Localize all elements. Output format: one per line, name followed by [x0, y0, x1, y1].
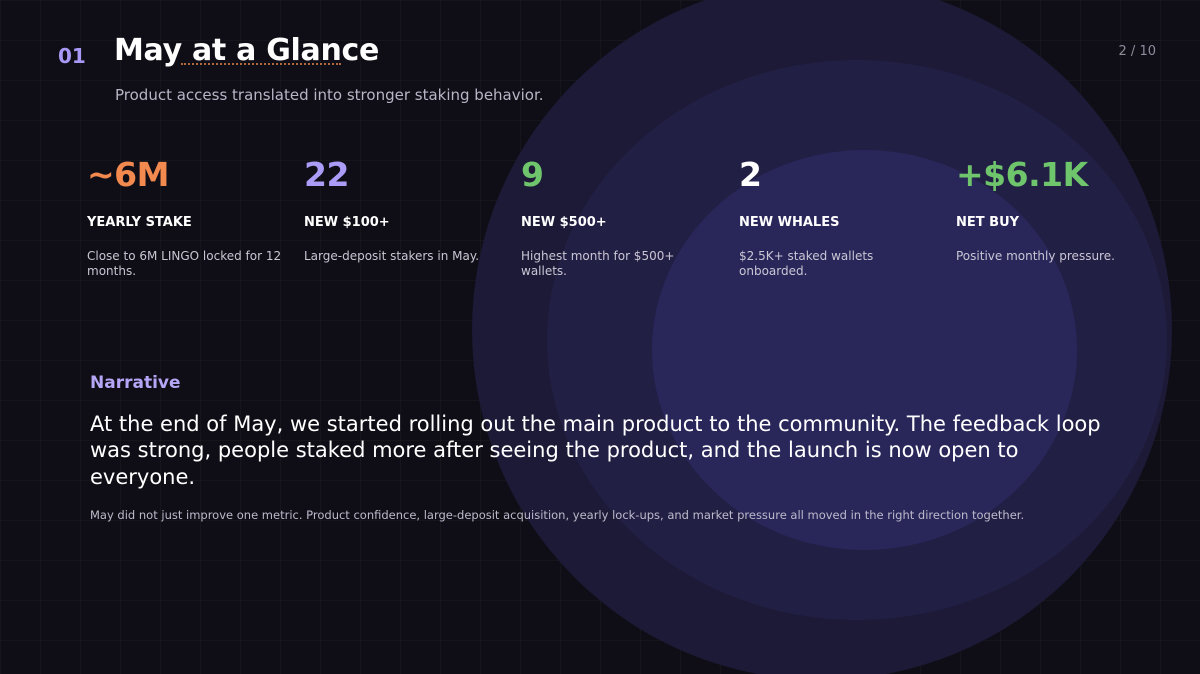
metric-label: NEW $500+: [521, 215, 607, 230]
metric-new-100: 22 NEW $100+ Large-deposit stakers in Ma…: [304, 158, 504, 264]
slide: 01 May at a Glance 2 / 10 Product access…: [0, 0, 1200, 674]
narrative-body: At the end of May, we started rolling ou…: [90, 412, 1101, 489]
metric-description: Close to 6M LINGO locked for 12 months.: [87, 249, 282, 278]
section-number: 01: [58, 44, 86, 68]
metric-value: ~6M: [87, 155, 169, 194]
metric-description: Large-deposit stakers in May.: [304, 249, 480, 263]
metric-description: Highest month for $500+ wallets.: [521, 249, 675, 278]
metric-label: NEW $100+: [304, 215, 390, 230]
spellcheck-underline: [181, 63, 341, 65]
metric-net-buy: +$6.1K NET BUY Positive monthly pressure…: [956, 158, 1156, 264]
metric-value: 2: [739, 155, 762, 194]
metric-new-500: 9 NEW $500+ Highest month for $500+ wall…: [521, 158, 721, 279]
metric-label: NET BUY: [956, 215, 1020, 230]
footnote: May did not just improve one metric. Pro…: [90, 508, 1025, 522]
metric-value: 9: [521, 155, 544, 194]
metric-new-whales: 2 NEW WHALES $2.5K+ staked wallets onboa…: [739, 158, 939, 279]
metric-label: YEARLY STAKE: [87, 215, 192, 230]
page-indicator: 2 / 10: [1118, 44, 1156, 59]
metric-label: NEW WHALES: [739, 215, 840, 230]
metric-description: Positive monthly pressure.: [956, 249, 1115, 263]
metric-yearly-stake: ~6M YEARLY STAKE Close to 6M LINGO locke…: [87, 158, 287, 279]
metric-value: 22: [304, 155, 349, 194]
metric-value: +$6.1K: [956, 155, 1088, 194]
narrative-label: Narrative: [90, 373, 181, 393]
page-subtitle: Product access translated into stronger …: [115, 86, 544, 104]
metric-description: $2.5K+ staked wallets onboarded.: [739, 249, 874, 278]
